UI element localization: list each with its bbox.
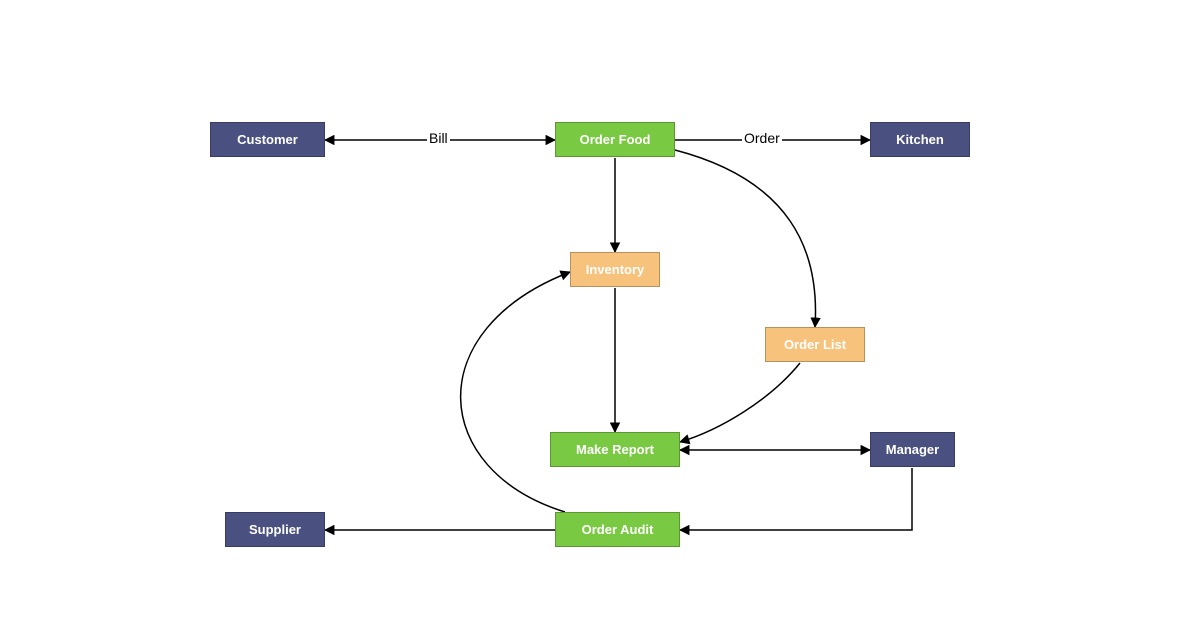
node-label: Kitchen bbox=[896, 132, 944, 147]
node-label: Manager bbox=[886, 442, 939, 457]
node-label: Make Report bbox=[576, 442, 654, 457]
edge-label-order: Order bbox=[742, 130, 782, 146]
node-label: Order Audit bbox=[582, 522, 654, 537]
node-kitchen[interactable]: Kitchen bbox=[870, 122, 970, 157]
node-manager[interactable]: Manager bbox=[870, 432, 955, 467]
node-order-list[interactable]: Order List bbox=[765, 327, 865, 362]
node-make-report[interactable]: Make Report bbox=[550, 432, 680, 467]
node-order-audit[interactable]: Order Audit bbox=[555, 512, 680, 547]
node-customer[interactable]: Customer bbox=[210, 122, 325, 157]
node-order-food[interactable]: Order Food bbox=[555, 122, 675, 157]
node-label: Customer bbox=[237, 132, 298, 147]
edge-label-bill: Bill bbox=[427, 130, 450, 146]
node-label: Order Food bbox=[580, 132, 651, 147]
node-inventory[interactable]: Inventory bbox=[570, 252, 660, 287]
node-label: Order List bbox=[784, 337, 846, 352]
node-label: Inventory bbox=[586, 262, 645, 277]
node-label: Supplier bbox=[249, 522, 301, 537]
node-supplier[interactable]: Supplier bbox=[225, 512, 325, 547]
